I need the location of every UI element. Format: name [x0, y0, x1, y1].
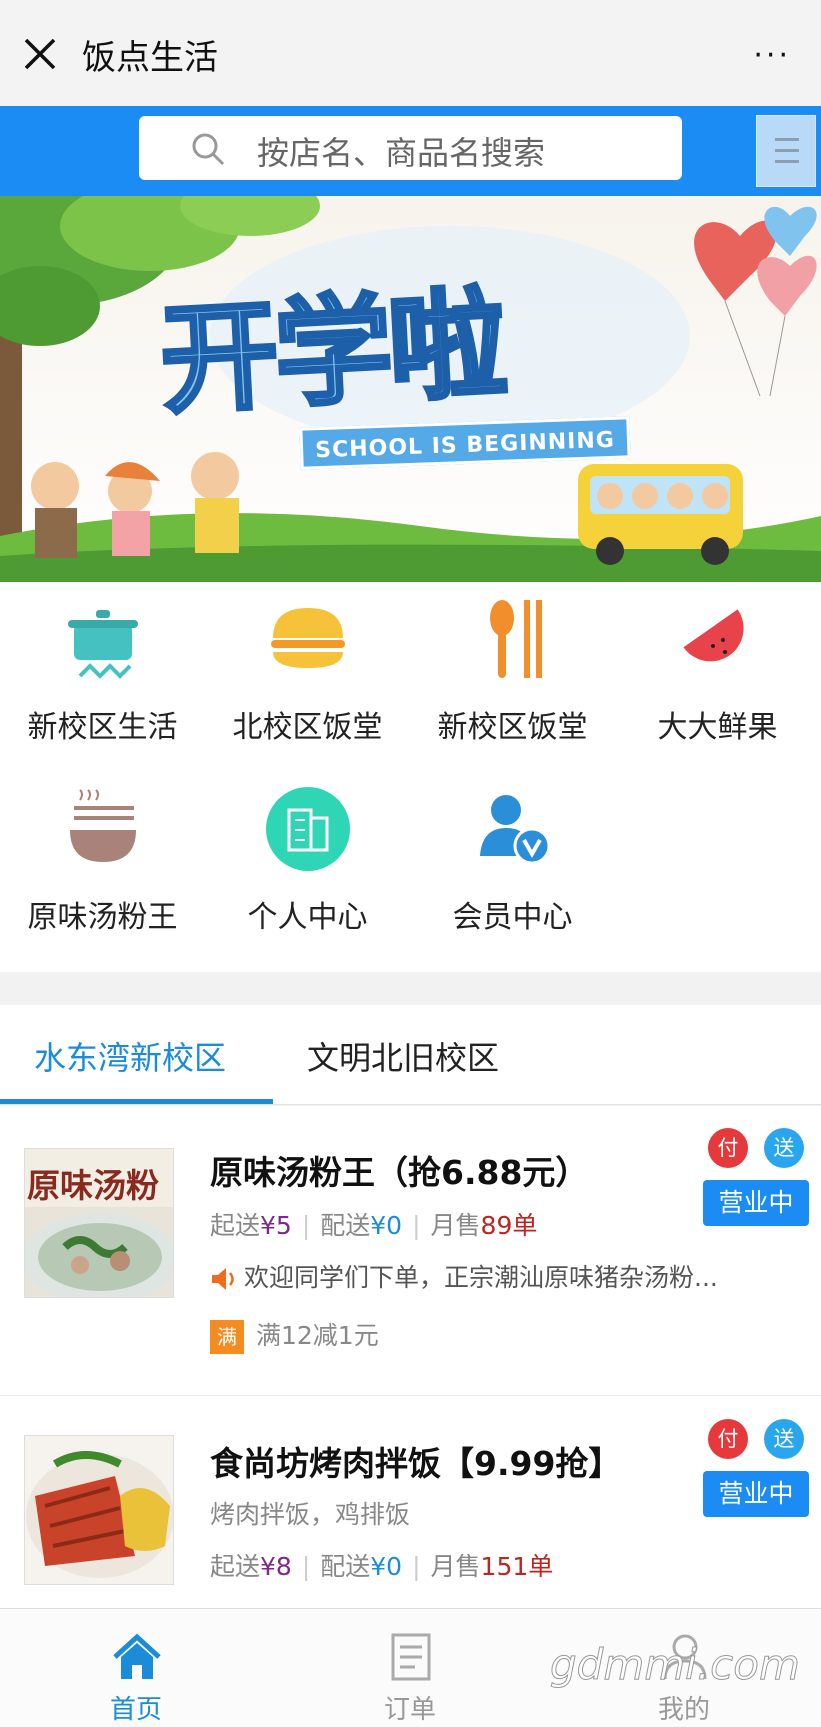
category-label: 北校区饭堂 — [232, 710, 383, 745]
category-label: 会员中心 — [452, 900, 573, 935]
min-order-value: ¥8 — [260, 1552, 292, 1581]
min-order-label: 起送 — [210, 1552, 261, 1581]
filter-menu-button[interactable] — [756, 115, 816, 187]
category-member-center[interactable]: 会员中心 — [410, 772, 615, 942]
category-label: 新校区饭堂 — [437, 710, 588, 745]
status-badge[interactable]: 营业中 — [703, 1471, 809, 1517]
delivery-badge: 送 — [764, 1128, 804, 1168]
store-promotion: 满满12减1元 — [210, 1316, 379, 1354]
campus-tabs: 水东湾新校区 文明北旧校区 — [0, 1005, 821, 1105]
noodle-bowl-icon — [70, 789, 136, 862]
category-new-canteen[interactable]: 新校区饭堂 — [410, 582, 615, 752]
monthly-sales-value: 89单 — [480, 1211, 538, 1240]
vip-user-icon — [480, 795, 551, 865]
store-description: 烤肉拌饭，鸡排饭 — [210, 1500, 411, 1529]
min-order-label: 起送 — [210, 1211, 261, 1240]
category-grid: 新校区生活 北校区饭堂 新校区饭堂 大大鲜果 原味汤粉王 个人中心 会员中心 — [0, 582, 821, 972]
tab-label: 首页 — [109, 1695, 162, 1725]
tab-old-campus[interactable]: 文明北旧校区 — [307, 1033, 499, 1079]
tab-label: 订单 — [383, 1695, 436, 1725]
search-input[interactable]: 按店名、商品名搜索 — [139, 116, 682, 180]
category-label: 原味汤粉王 — [27, 900, 178, 935]
pay-badge: 付 — [708, 1419, 748, 1459]
notice-text: 欢迎同学们下单，正宗潮汕原味猪杂汤粉... — [244, 1263, 718, 1292]
store-thumbnail: 原味汤粉 — [24, 1148, 174, 1298]
category-new-campus-life[interactable]: 新校区生活 — [0, 582, 205, 752]
category-noodle-king[interactable]: 原味汤粉王 — [0, 772, 205, 942]
store-notice: 欢迎同学们下单，正宗潮汕原味猪杂汤粉... — [210, 1258, 718, 1294]
spoon-chopsticks-icon — [490, 600, 542, 678]
min-order-value: ¥5 — [260, 1211, 292, 1240]
category-label: 新校区生活 — [27, 710, 178, 745]
order-icon — [391, 1633, 431, 1681]
close-icon[interactable] — [22, 36, 58, 72]
monthly-sales-label: 月售 — [430, 1211, 481, 1240]
site-watermark: gdmmi.com — [550, 1640, 801, 1690]
tab-home[interactable]: 首页 — [56, 1609, 216, 1727]
store-name: 原味汤粉王（抢6.88元） — [210, 1153, 589, 1192]
page-title: 饭点生活 — [82, 38, 218, 78]
tab-new-campus[interactable]: 水东湾新校区 — [34, 1033, 226, 1079]
store-name: 食尚坊烤肉拌饭【9.99抢】 — [210, 1444, 622, 1483]
store-stats: 起送¥5 | 配送¥0 | 月售89单 — [210, 1211, 538, 1240]
store-list: 原味汤粉 原味汤粉王（抢6.88元） 起送¥5 | 配送¥0 | 月售89单 欢迎同学们… — [0, 1106, 821, 1608]
thumbnail-caption: 原味汤粉 — [27, 1166, 159, 1205]
promo-text: 满12减1元 — [256, 1321, 379, 1350]
delivery-badge: 送 — [764, 1419, 804, 1459]
store-thumbnail — [24, 1435, 174, 1585]
category-personal-center[interactable]: 个人中心 — [205, 772, 410, 942]
active-tab-indicator — [0, 1099, 273, 1104]
watermelon-icon — [683, 609, 744, 662]
building-icon — [266, 787, 350, 871]
banner-title: 开学啦 — [155, 272, 508, 432]
cooking-pot-icon — [68, 610, 138, 679]
monthly-sales-value: 151单 — [480, 1552, 554, 1581]
home-icon — [113, 1633, 161, 1679]
search-placeholder: 按店名、商品名搜索 — [257, 134, 546, 172]
pay-badge: 付 — [708, 1128, 748, 1168]
delivery-fee-label: 配送 — [320, 1211, 371, 1240]
delivery-fee-value: ¥0 — [370, 1211, 403, 1240]
search-bar: 按店名、商品名搜索 — [0, 106, 821, 196]
grilled-meat-rice-image — [25, 1436, 173, 1584]
tab-label: 我的 — [657, 1695, 710, 1725]
category-label: 大大鲜果 — [657, 710, 778, 745]
category-label: 个人中心 — [247, 900, 368, 935]
promo-badge: 满 — [210, 1320, 244, 1354]
tab-orders[interactable]: 订单 — [330, 1609, 490, 1727]
delivery-fee-label: 配送 — [320, 1552, 371, 1581]
store-stats: 起送¥8 | 配送¥0 | 月售151单 — [210, 1552, 554, 1581]
burger-icon — [271, 608, 345, 668]
status-badge[interactable]: 营业中 — [703, 1180, 809, 1226]
search-icon — [192, 133, 225, 166]
promo-banner[interactable]: 开学啦 SCHOOL IS BEGINNING — [0, 196, 821, 582]
category-north-canteen[interactable]: 北校区饭堂 — [205, 582, 410, 752]
store-card[interactable]: 原味汤粉 原味汤粉王（抢6.88元） 起送¥5 | 配送¥0 | 月售89单 欢迎同学们… — [0, 1106, 821, 1396]
store-card[interactable]: 食尚坊烤肉拌饭【9.99抢】 烤肉拌饭，鸡排饭 起送¥8 | 配送¥0 | 月售151单… — [0, 1397, 821, 1608]
category-fruit[interactable]: 大大鲜果 — [615, 582, 820, 752]
speaker-icon — [212, 1268, 234, 1290]
monthly-sales-label: 月售 — [430, 1552, 481, 1581]
top-nav-bar: 饭点生活 ··· — [0, 0, 821, 106]
delivery-fee-value: ¥0 — [370, 1552, 403, 1581]
more-menu-button[interactable]: ··· — [753, 38, 791, 73]
